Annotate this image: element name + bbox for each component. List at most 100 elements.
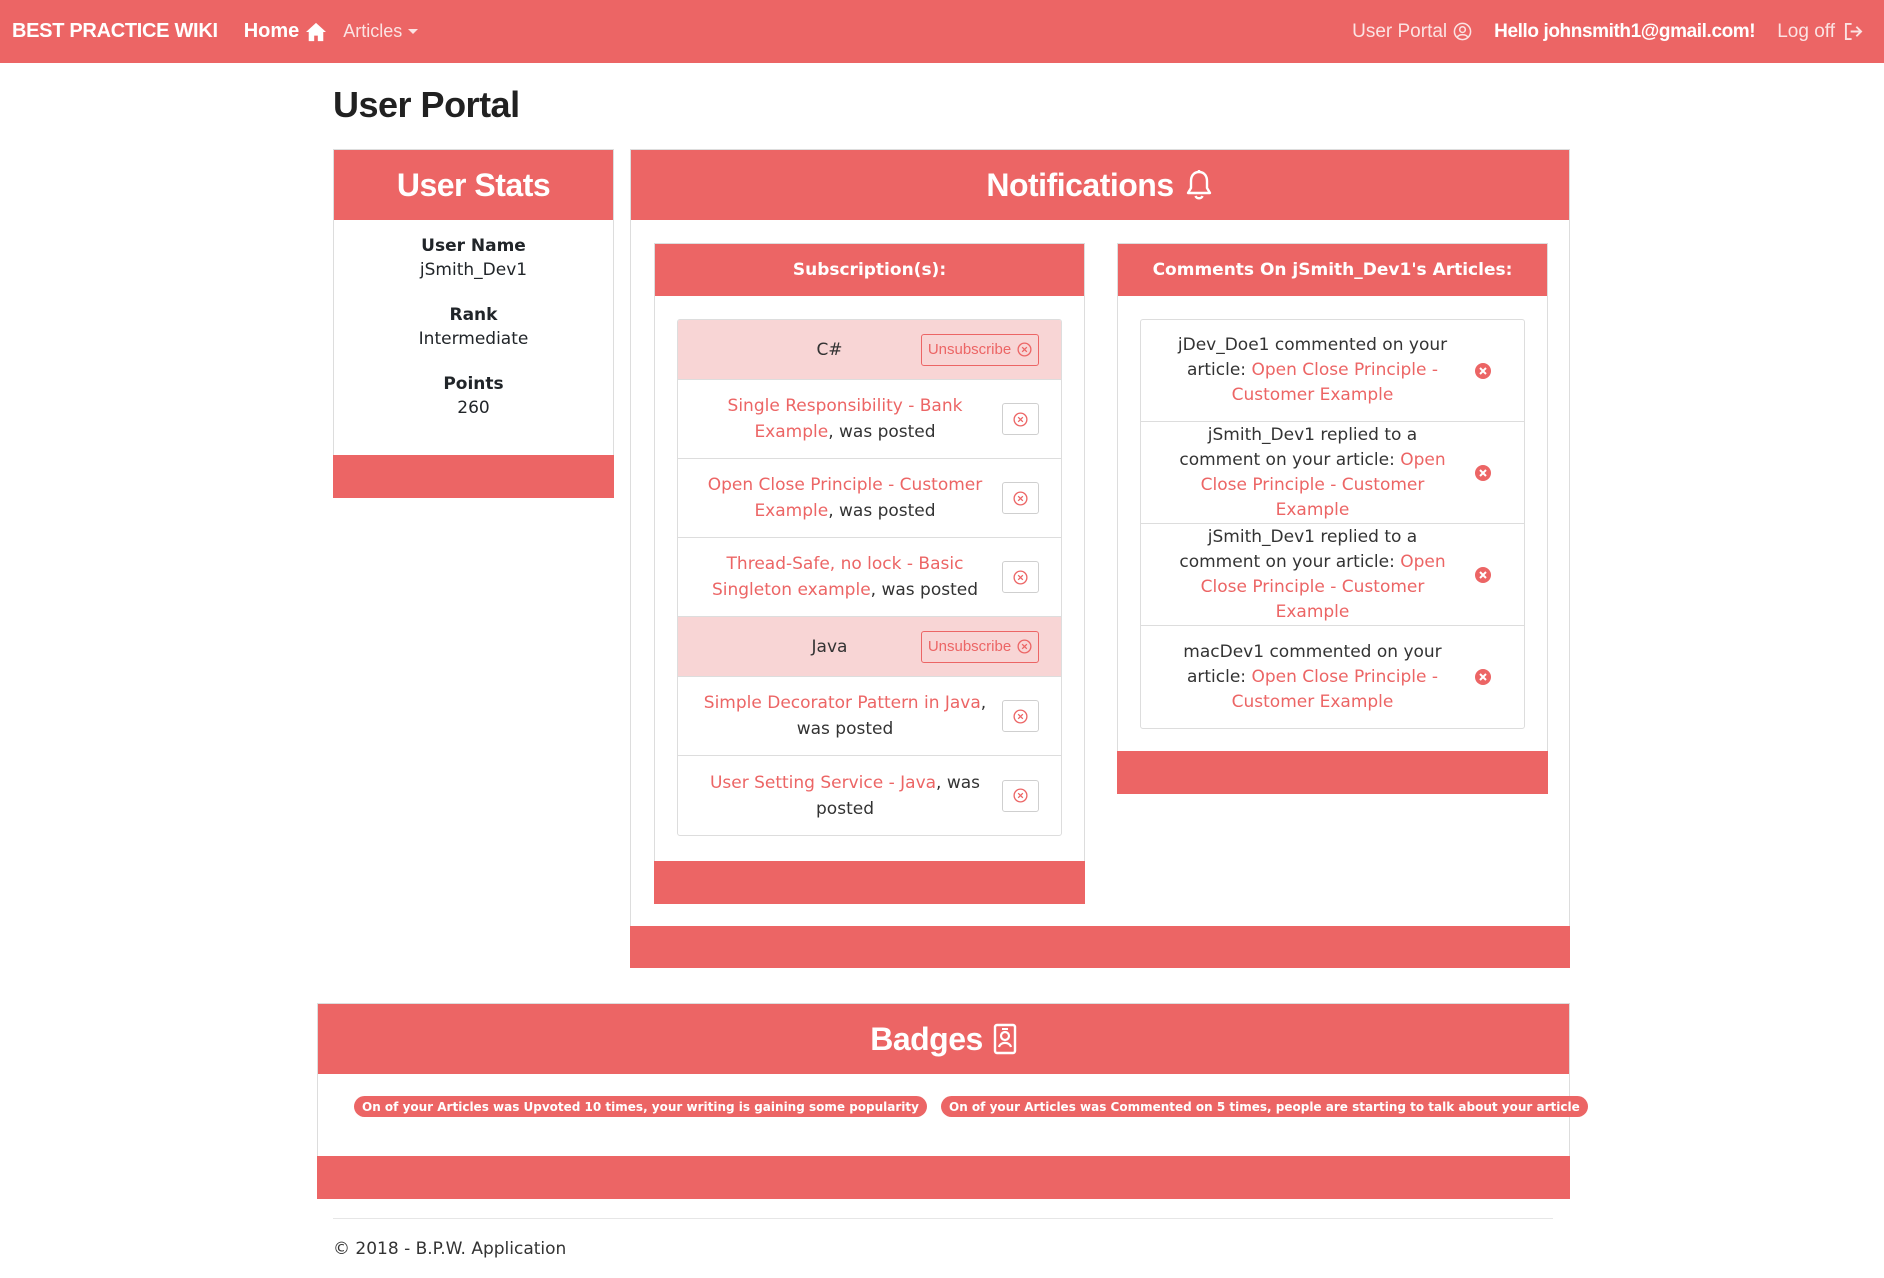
dismiss-notification-button[interactable]: [1002, 561, 1039, 593]
comment-text: macDev1 commented on your article: Open …: [1141, 640, 1474, 715]
stat-username-value: jSmith_Dev1: [419, 260, 528, 280]
footer-divider: [333, 1218, 1553, 1219]
stat-username-label: User Name: [421, 236, 526, 256]
subscription-topic-name: Java: [811, 636, 848, 657]
subscription-item: User Setting Service - Java, was posted: [678, 756, 1061, 835]
id-badge-icon: [993, 1023, 1016, 1055]
comment-text: jDev_Doe1 commented on your article: Ope…: [1141, 333, 1474, 408]
user-circle-icon: [1453, 22, 1472, 41]
stat-points: Points 260: [334, 374, 613, 418]
stat-rank-value: Intermediate: [418, 329, 529, 349]
user-stats-card: User Stats User Name jSmith_Dev1 Rank In…: [333, 149, 614, 498]
article-link[interactable]: User Setting Service - Java: [710, 773, 936, 793]
subscriptions-title: Subscription(s):: [792, 260, 947, 280]
dismiss-notification-button[interactable]: [1002, 482, 1039, 514]
delete-comment-icon[interactable]: [1474, 464, 1492, 482]
subscription-item-text: Simple Decorator Pattern in Java, was po…: [678, 690, 1002, 742]
subscriptions-header: Subscription(s):: [655, 244, 1084, 296]
stat-username: User Name jSmith_Dev1: [334, 236, 613, 280]
nav-home-link[interactable]: Home: [244, 20, 328, 43]
subscriptions-card: Subscription(s): C# Unsubscribe Single R…: [654, 243, 1085, 904]
achievement-badge: On of your Articles was Upvoted 10 times…: [354, 1096, 927, 1117]
delete-comment-icon[interactable]: [1474, 566, 1492, 584]
subscription-topic-name: C#: [816, 339, 843, 360]
delete-comment-icon[interactable]: [1474, 668, 1492, 686]
unsubscribe-label: Unsubscribe: [927, 638, 1012, 655]
dismiss-notification-button[interactable]: [1002, 700, 1039, 732]
top-navbar: BEST PRACTICE WIKI Home Articles User Po…: [0, 0, 1884, 63]
posted-suffix: , was posted: [828, 501, 936, 521]
bell-icon: [1186, 170, 1211, 200]
subscription-item: Open Close Principle - Customer Example,…: [678, 459, 1061, 538]
unsubscribe-label: Unsubscribe: [927, 341, 1012, 358]
subscription-item: Single Responsibility - Bank Example, wa…: [678, 380, 1061, 459]
notifications-header: Notifications: [631, 150, 1569, 220]
dismiss-notification-button[interactable]: [1002, 779, 1039, 812]
footer-copyright: © 2018 - B.P.W. Application: [333, 1239, 567, 1259]
nav-articles-dropdown[interactable]: Articles: [343, 21, 419, 42]
times-circle-icon: [1013, 490, 1028, 506]
times-circle-icon: [1017, 639, 1032, 654]
comment-item: jDev_Doe1 commented on your article: Ope…: [1141, 320, 1524, 422]
subscription-topic-row: Java Unsubscribe: [678, 617, 1061, 677]
article-link[interactable]: Open Close Principle - Customer Example: [1232, 360, 1438, 405]
comment-item: macDev1 commented on your article: Open …: [1141, 626, 1524, 728]
subscriptions-list: C# Unsubscribe Single Responsibility - B…: [677, 319, 1062, 836]
subscription-item-text: User Setting Service - Java, was posted: [678, 770, 1002, 822]
article-link[interactable]: Simple Decorator Pattern in Java: [704, 693, 981, 713]
nav-user-portal-label: User Portal: [1352, 20, 1448, 42]
nav-log-off-link[interactable]: Log off: [1777, 21, 1864, 43]
posted-suffix: , was posted: [828, 422, 936, 442]
notifications-title: Notifications: [986, 166, 1174, 203]
notifications-footer: [630, 926, 1570, 968]
nav-hello-user[interactable]: Hello johnsmith1@gmail.com!: [1494, 21, 1755, 43]
user-stats-footer: [333, 455, 614, 498]
badges-header: Badges: [318, 1004, 1569, 1074]
unsubscribe-button[interactable]: Unsubscribe: [921, 333, 1039, 366]
achievement-badge: On of your Articles was Commented on 5 t…: [941, 1096, 1588, 1117]
sign-out-icon: [1844, 22, 1863, 41]
unsubscribe-button[interactable]: Unsubscribe: [921, 630, 1039, 663]
comments-header: Comments On jSmith_Dev1's Articles:: [1118, 244, 1547, 296]
badges-footer: [317, 1156, 1570, 1199]
comment-item: jSmith_Dev1 replied to a comment on your…: [1141, 422, 1524, 524]
times-circle-icon: [1013, 569, 1028, 585]
stat-rank: Rank Intermediate: [334, 305, 613, 349]
subscription-topic-row: C# Unsubscribe: [678, 320, 1061, 380]
comments-title: Comments On jSmith_Dev1's Articles:: [1152, 260, 1513, 280]
times-circle-icon: [1013, 708, 1028, 724]
comment-item: jSmith_Dev1 replied to a comment on your…: [1141, 524, 1524, 626]
times-circle-icon: [1013, 411, 1028, 427]
badges-title: Badges: [870, 1020, 983, 1057]
nav-user-portal-link[interactable]: User Portal: [1352, 21, 1472, 43]
brand-link[interactable]: BEST PRACTICE WIKI: [12, 20, 218, 43]
subscription-item: Simple Decorator Pattern in Java, was po…: [678, 677, 1061, 756]
nav-right-group: User Portal Hello johnsmith1@gmail.com! …: [1352, 0, 1864, 63]
comments-footer: [1117, 751, 1548, 794]
dismiss-notification-button[interactable]: [1002, 403, 1039, 435]
stat-points-label: Points: [443, 374, 504, 394]
stat-points-value: 260: [457, 398, 490, 418]
page-title: User Portal: [333, 84, 520, 125]
nav-home-label: Home: [243, 20, 300, 42]
subscriptions-footer: [654, 861, 1085, 904]
user-stats-header: User Stats: [334, 150, 613, 220]
home-icon: [306, 22, 327, 41]
chevron-down-icon: [408, 29, 419, 34]
stat-rank-label: Rank: [449, 305, 498, 325]
comment-author-text: jSmith_Dev1 replied to a comment on your…: [1179, 526, 1418, 572]
nav-log-off-label: Log off: [1777, 20, 1835, 42]
comments-card: Comments On jSmith_Dev1's Articles: jDev…: [1117, 243, 1548, 794]
article-link[interactable]: Open Close Principle - Customer Example: [1232, 667, 1438, 712]
nav-articles-label: Articles: [343, 21, 403, 41]
comment-text: jSmith_Dev1 replied to a comment on your…: [1141, 525, 1474, 625]
subscription-item-text: Open Close Principle - Customer Example,…: [678, 472, 1002, 524]
notifications-card: Notifications Subscription(s): C# Unsubs…: [630, 149, 1570, 968]
subscription-item-text: Single Responsibility - Bank Example, wa…: [678, 393, 1002, 445]
times-circle-icon: [1017, 342, 1032, 357]
comments-list: jDev_Doe1 commented on your article: Ope…: [1140, 319, 1525, 729]
subscription-item-text: Thread-Safe, no lock - Basic Singleton e…: [678, 551, 1002, 603]
times-circle-icon: [1013, 788, 1028, 803]
delete-comment-icon[interactable]: [1474, 362, 1492, 380]
posted-suffix: , was posted: [870, 580, 979, 600]
